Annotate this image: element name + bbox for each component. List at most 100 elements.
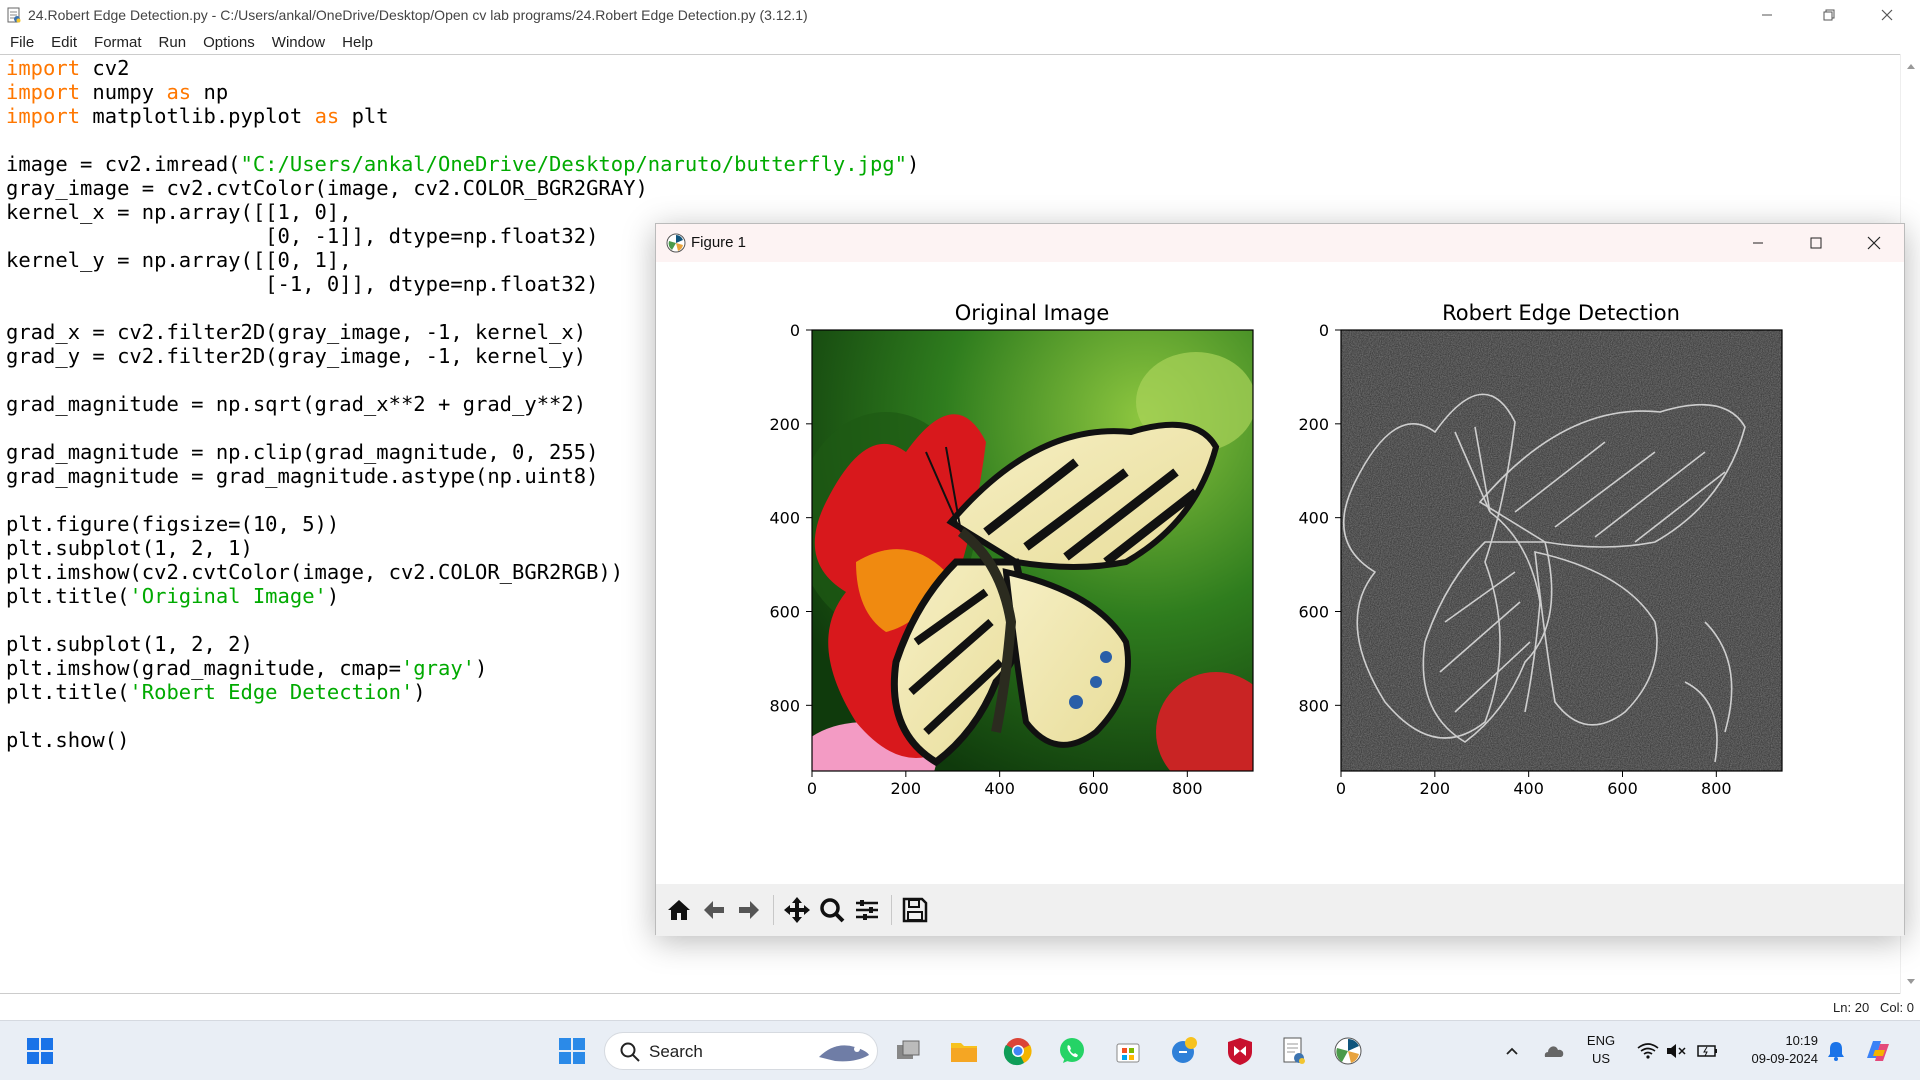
y-tick-label: 600 <box>1298 602 1329 621</box>
taskbar-start-button[interactable] <box>552 1031 592 1071</box>
x-tick-label: 400 <box>984 779 1015 798</box>
copilot-button[interactable] <box>1858 1031 1898 1071</box>
python-icon <box>1172 1037 1197 1063</box>
edge-image <box>1341 330 1782 771</box>
chrome-button[interactable] <box>998 1031 1038 1071</box>
code-keyword: as <box>314 104 340 128</box>
back-button[interactable] <box>697 893 731 927</box>
show-hidden-icons-button[interactable] <box>1492 1031 1532 1071</box>
onedrive-icon <box>1544 1046 1564 1057</box>
search-highlight-icon <box>819 1045 869 1062</box>
whatsapp-button[interactable] <box>1052 1031 1092 1071</box>
menu-bar: File Edit Format Run Options Window Help <box>0 30 1920 54</box>
zoom-button[interactable] <box>815 893 849 927</box>
x-tick-label: 800 <box>1172 779 1203 798</box>
clock[interactable]: 10:19 09-09-2024 <box>1732 1032 1819 1068</box>
notifications-button[interactable] <box>1816 1031 1856 1071</box>
input-language[interactable]: ENG US <box>1584 1032 1618 1068</box>
figure-title: Figure 1 <box>691 234 747 251</box>
back-icon <box>704 901 724 919</box>
home-icon <box>668 900 690 920</box>
code-text: plt.imshow(grad_magnitude, cmap= <box>6 656 401 680</box>
minimize-button[interactable] <box>1744 0 1790 30</box>
chrome-icon <box>1003 1038 1032 1066</box>
menu-help[interactable]: Help <box>342 34 373 51</box>
store-button[interactable] <box>1108 1031 1148 1071</box>
status-bar: Ln: 20 Col: 0 <box>1833 1000 1914 1015</box>
close-button[interactable] <box>1864 0 1910 30</box>
x-tick-label: 400 <box>1513 779 1544 798</box>
home-button[interactable] <box>662 893 696 927</box>
region-code: US <box>1591 1051 1611 1066</box>
save-button[interactable] <box>898 893 932 927</box>
matplotlib-icon <box>666 233 686 253</box>
code-line: kernel_x = np.array([[1, 0], <box>6 200 1900 224</box>
toolbar-separator <box>891 895 892 925</box>
menu-run[interactable]: Run <box>159 34 187 51</box>
code-text: plt.title( <box>6 680 130 704</box>
figure-maximize-button[interactable] <box>1788 224 1844 262</box>
copilot-icon <box>1867 1041 1889 1061</box>
code-text: plt.subplot(1, 2, 2) <box>6 632 253 656</box>
menu-window[interactable]: Window <box>272 34 325 51</box>
menu-options[interactable]: Options <box>203 34 255 51</box>
task-view-button[interactable] <box>888 1031 928 1071</box>
mcafee-button[interactable] <box>1220 1031 1260 1071</box>
y-tick-label: 200 <box>1298 415 1329 434</box>
menu-edit[interactable]: Edit <box>51 34 77 51</box>
battery-button[interactable] <box>1688 1031 1728 1071</box>
x-tick-label: 0 <box>807 779 817 798</box>
code-text: gray_image = cv2.cvtColor(image, cv2.COL… <box>6 176 648 200</box>
clock-date: 09-09-2024 <box>1751 1051 1819 1066</box>
title-bar: 24.Robert Edge Detection.py - C:/Users/a… <box>0 0 1920 30</box>
menu-format[interactable]: Format <box>94 34 142 51</box>
close-icon <box>1867 236 1881 250</box>
zoom-icon <box>820 898 845 923</box>
taskbar: Search ENG US 10:19 09-09-2024 <box>0 1020 1920 1080</box>
python-file-icon <box>1283 1037 1305 1064</box>
idle-file-button[interactable] <box>1274 1031 1314 1071</box>
task-view-icon <box>897 1040 920 1059</box>
figure-toolbar <box>656 884 1904 936</box>
code-text: ) <box>326 584 340 608</box>
x-tick-label: 200 <box>891 779 922 798</box>
code-text: ) <box>906 152 920 176</box>
figure-minimize-button[interactable] <box>1730 224 1786 262</box>
plot-canvas[interactable]: Original Image 0 200 400 600 800 0 200 4… <box>656 262 1904 884</box>
y-tick-label: 0 <box>790 321 800 340</box>
code-text: grad_x = cv2.filter2D(gray_image, -1, ke… <box>6 320 587 344</box>
configure-subplots-button[interactable] <box>850 893 884 927</box>
pan-button[interactable] <box>780 893 814 927</box>
y-tick-label: 600 <box>769 602 800 621</box>
code-keyword: import <box>6 56 81 80</box>
scroll-down-icon[interactable] <box>1901 972 1920 992</box>
forward-button[interactable] <box>732 893 766 927</box>
code-text: [-1, 0]], dtype=np.float32) <box>6 272 599 296</box>
folder-icon <box>951 1043 977 1062</box>
file-explorer-button[interactable] <box>944 1031 984 1071</box>
save-icon <box>902 897 928 923</box>
start-button[interactable] <box>20 1031 60 1071</box>
figure-close-button[interactable] <box>1846 224 1902 262</box>
matplotlib-icon <box>1334 1037 1362 1065</box>
taskbar-search[interactable]: Search <box>604 1032 878 1070</box>
edge-detection-axes: Robert Edge Detection 0 200 400 600 8000… <box>1298 301 1783 798</box>
python-button[interactable] <box>1164 1031 1204 1071</box>
window-title: 24.Robert Edge Detection.py - C:/Users/a… <box>28 7 808 23</box>
code-text: kernel_y = np.array([[0, 1], <box>6 248 352 272</box>
matplotlib-button[interactable] <box>1328 1031 1368 1071</box>
configure-subplots-icon <box>856 900 878 920</box>
code-text: plt.imshow(cv2.cvtColor(image, cv2.COLOR… <box>6 560 624 584</box>
scroll-up-icon[interactable] <box>1901 56 1920 76</box>
onedrive-button[interactable] <box>1532 1031 1572 1071</box>
code-keyword: import <box>6 80 81 104</box>
menu-file[interactable]: File <box>10 34 34 51</box>
battery-icon <box>1697 1045 1717 1057</box>
restore-button[interactable] <box>1806 0 1852 30</box>
code-string: "C:/Users/ankal/OneDrive/Desktop/naruto/… <box>240 152 907 176</box>
maximize-icon <box>1810 237 1822 249</box>
y-tick-label: 400 <box>1298 509 1329 528</box>
store-icon <box>1116 1043 1140 1063</box>
x-tick-label: 800 <box>1701 779 1732 798</box>
x-tick-label: 600 <box>1607 779 1638 798</box>
